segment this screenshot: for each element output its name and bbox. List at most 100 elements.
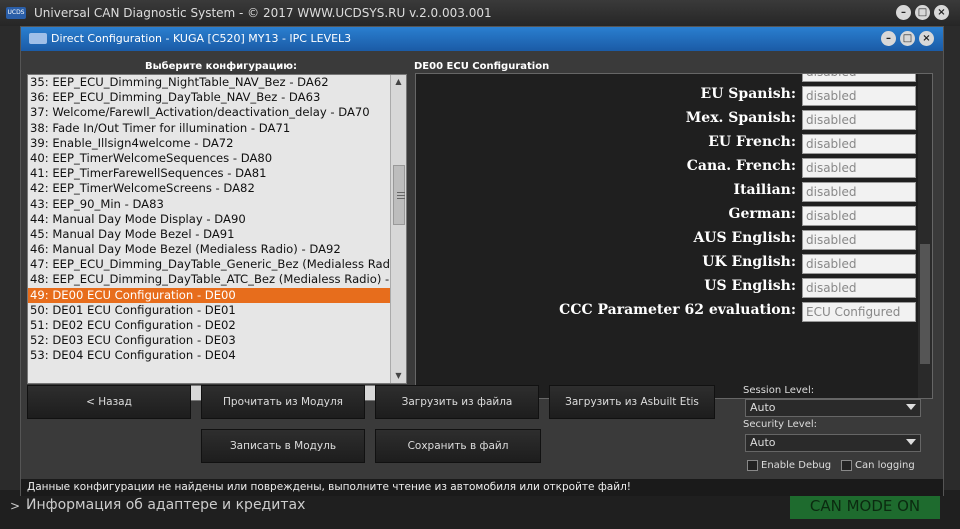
param-label: Cana. French: xyxy=(686,158,796,174)
param-row: UK English: disabled xyxy=(416,252,916,276)
enable-debug-label: Enable Debug xyxy=(761,460,832,471)
chevron-right-icon[interactable]: > xyxy=(10,499,20,513)
close-icon[interactable]: × xyxy=(934,5,949,20)
config-list-item[interactable]: 49: DE00 ECU Configuration - DE00 xyxy=(28,287,391,303)
param-row: CCC Parameter 62 evaluation: ECU Configur… xyxy=(416,300,916,324)
config-list-item[interactable]: 40: EEP_TimerWelcomeSequences - DA80 xyxy=(28,151,391,166)
list-scrollbar[interactable]: ▲ ▼ xyxy=(390,75,406,383)
param-label: German: xyxy=(728,206,796,222)
param-label: UK English: xyxy=(702,254,796,270)
status-bar: Данные конфигурации не найдены или повре… xyxy=(21,479,943,496)
main-window: UCDS Universal CAN Diagnostic System - ©… xyxy=(0,0,960,529)
session-dropdown-icon xyxy=(906,404,916,410)
param-value-field[interactable]: disabled xyxy=(802,134,916,154)
main-titlebar: UCDS Universal CAN Diagnostic System - ©… xyxy=(0,0,960,26)
back-button[interactable]: < Назад xyxy=(27,385,191,419)
main-title: Universal CAN Diagnostic System - © 2017… xyxy=(34,6,492,20)
enable-debug-checkbox[interactable] xyxy=(747,460,758,471)
config-list-item[interactable]: 35: EEP_ECU_Dimming_NightTable_NAV_Bez -… xyxy=(28,75,391,90)
security-dropdown-icon xyxy=(906,439,916,445)
session-level-value: Auto xyxy=(750,401,776,414)
config-list-item[interactable]: 46: Manual Day Mode Bezel (Medialess Rad… xyxy=(28,242,391,257)
config-list-item[interactable]: 52: DE03 ECU Configuration - DE03 xyxy=(28,333,391,348)
param-value-field[interactable]: disabled xyxy=(802,110,916,130)
scroll-up-icon[interactable]: ▲ xyxy=(391,75,406,89)
param-label: EU Spanish: xyxy=(700,86,796,102)
scroll-down-icon[interactable]: ▼ xyxy=(391,369,406,383)
can-mode-indicator: CAN MODE ON xyxy=(790,493,940,519)
save-file-button[interactable]: Сохранить в файл xyxy=(375,429,541,463)
app-logo-icon: UCDS xyxy=(6,7,26,19)
param-row: EU French: disabled xyxy=(416,132,916,156)
main-window-controls: – □ × xyxy=(896,5,949,20)
params-scrollbar[interactable] xyxy=(918,74,932,398)
param-row: US English: disabled xyxy=(416,276,916,300)
config-params-panel: Turkish:disabledEU Spanish:disabledMex. … xyxy=(415,73,933,399)
param-value-field[interactable]: disabled xyxy=(802,230,916,250)
param-value-field[interactable]: disabled xyxy=(802,86,916,106)
dialog-close-icon[interactable]: × xyxy=(919,31,934,46)
param-row: AUS English: disabled xyxy=(416,228,916,252)
param-label: AUS English: xyxy=(693,230,796,246)
param-value-field[interactable]: disabled xyxy=(802,206,916,226)
direct-config-dialog: Direct Configuration - KUGA [C520] MY13 … xyxy=(20,26,944,496)
param-value-field[interactable]: disabled xyxy=(802,278,916,298)
param-value-field[interactable]: disabled xyxy=(802,254,916,274)
params-scroll-thumb[interactable] xyxy=(920,244,930,364)
config-list-item[interactable]: 36: EEP_ECU_Dimming_DayTable_NAV_Bez - D… xyxy=(28,90,391,105)
load-asbuilt-button[interactable]: Загрузить из Asbuilt Etis xyxy=(549,385,715,419)
security-level-value: Auto xyxy=(750,436,776,449)
param-value-field[interactable]: ECU Configured xyxy=(802,302,916,322)
config-list-item[interactable]: 50: DE01 ECU Configuration - DE01 xyxy=(28,303,391,318)
can-logging-checkbox[interactable] xyxy=(841,460,852,471)
param-label: Turkish: xyxy=(731,74,796,80)
config-list-item[interactable]: 43: EEP_90_Min - DA83 xyxy=(28,197,391,212)
dialog-minimize-icon[interactable]: – xyxy=(881,31,896,46)
param-value-field[interactable]: disabled xyxy=(802,158,916,178)
dialog-body: Выберите конфигурацию: DE00 ECU Configur… xyxy=(21,51,943,496)
config-list-item[interactable]: 45: Manual Day Mode Bezel - DA91 xyxy=(28,227,391,242)
config-list-item[interactable]: 37: Welcome/Farewll_Activation/deactivat… xyxy=(28,105,391,120)
dialog-logo-icon xyxy=(29,33,47,44)
param-value-field[interactable]: disabled xyxy=(802,74,916,82)
config-list-item[interactable]: 44: Manual Day Mode Display - DA90 xyxy=(28,212,391,227)
security-level-label: Security Level: xyxy=(743,419,818,430)
config-list: 35: EEP_ECU_Dimming_NightTable_NAV_Bez -… xyxy=(28,75,391,364)
config-list-item[interactable]: 38: Fade In/Out Timer for illumination -… xyxy=(28,121,391,136)
config-list-item[interactable]: 39: Enable_Illsign4welcome - DA72 xyxy=(28,136,391,151)
config-list-item[interactable]: 47: EEP_ECU_Dimming_DayTable_Generic_Bez… xyxy=(28,257,391,272)
can-logging-label: Can logging xyxy=(855,460,915,471)
adapter-info-link[interactable]: Информация об адаптере и кредитах xyxy=(26,497,305,513)
param-label: US English: xyxy=(704,278,796,294)
config-list-item[interactable]: 48: EEP_ECU_Dimming_DayTable_ATC_Bez (Me… xyxy=(28,272,391,287)
security-level-select[interactable]: Auto xyxy=(745,434,921,452)
list-scroll-thumb[interactable] xyxy=(393,165,405,225)
param-row: Mex. Spanish: disabled xyxy=(416,108,916,132)
minimize-icon[interactable]: – xyxy=(896,5,911,20)
param-row: EU Spanish: disabled xyxy=(416,84,916,108)
session-level-label: Session Level: xyxy=(743,385,815,396)
param-row: German: disabled xyxy=(416,204,916,228)
config-list-item[interactable]: 51: DE02 ECU Configuration - DE02 xyxy=(28,318,391,333)
config-list-item[interactable]: 41: EEP_TimerFarewellSequences - DA81 xyxy=(28,166,391,181)
read-module-button[interactable]: Прочитать из Модуля xyxy=(201,385,365,419)
session-level-select[interactable]: Auto xyxy=(745,399,921,417)
load-file-button[interactable]: Загрузить из файла xyxy=(375,385,539,419)
dialog-window-controls: – □ × xyxy=(881,31,934,46)
dialog-titlebar: Direct Configuration - KUGA [C520] MY13 … xyxy=(21,27,943,51)
maximize-icon[interactable]: □ xyxy=(915,5,930,20)
config-list-item[interactable]: 42: EEP_TimerWelcomeScreens - DA82 xyxy=(28,181,391,196)
dialog-title: Direct Configuration - KUGA [C520] MY13 … xyxy=(51,32,352,45)
config-list-item[interactable]: 53: DE04 ECU Configuration - DE04 xyxy=(28,348,391,363)
param-row: Itailian: disabled xyxy=(416,180,916,204)
param-value-field[interactable]: disabled xyxy=(802,182,916,202)
write-module-button[interactable]: Записать в Модуль xyxy=(201,429,365,463)
config-list-header: Выберите конфигурацию: xyxy=(145,61,297,72)
param-row: Cana. French: disabled xyxy=(416,156,916,180)
param-label: Itailian: xyxy=(733,182,796,198)
param-row: Turkish: disabled xyxy=(416,74,916,84)
config-listbox[interactable]: 35: EEP_ECU_Dimming_NightTable_NAV_Bez -… xyxy=(27,74,407,384)
dialog-maximize-icon[interactable]: □ xyxy=(900,31,915,46)
param-label: CCC Parameter 62 evaluation: xyxy=(559,302,796,318)
config-panel-header: DE00 ECU Configuration xyxy=(414,61,550,72)
